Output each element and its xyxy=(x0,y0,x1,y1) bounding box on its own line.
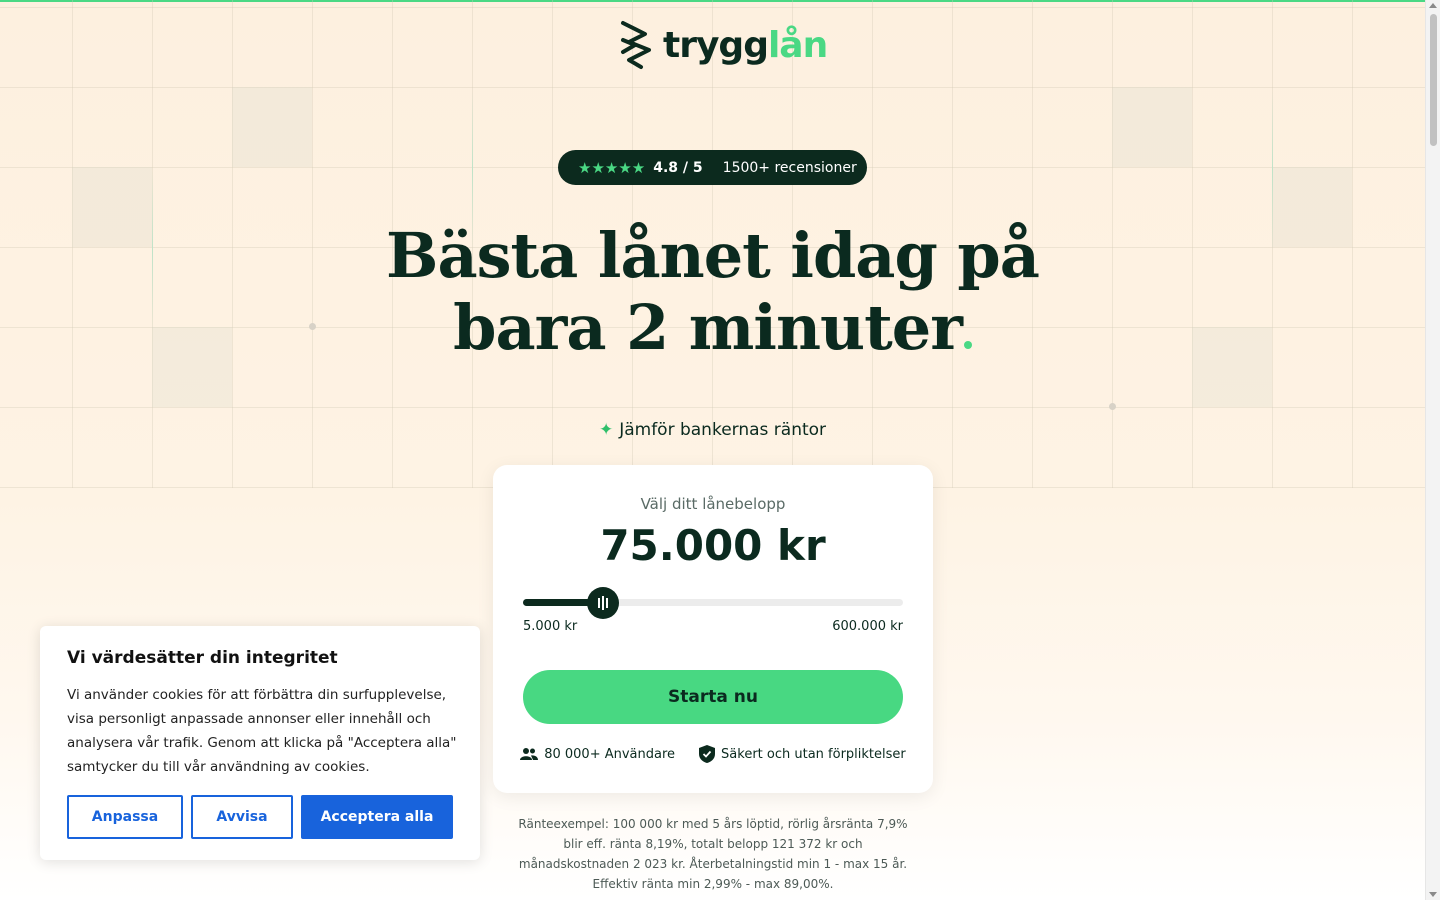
trust-badges: 80 000+ Användare Säkert och utan förpli… xyxy=(493,745,933,763)
reject-button[interactable]: Avvisa xyxy=(191,795,293,839)
amount-slider-handle[interactable] xyxy=(587,587,620,619)
slider-min-label: 5.000 kr xyxy=(523,619,578,634)
safe-badge: Säkert och utan förpliktelser xyxy=(699,745,906,763)
scroll-down-arrow-icon[interactable] xyxy=(1429,892,1437,897)
scroll-thumb[interactable] xyxy=(1430,14,1437,146)
page-scrollbar[interactable] xyxy=(1425,0,1440,900)
grid-dot xyxy=(1109,403,1116,410)
compare-text: Jämför bankernas räntor xyxy=(619,420,827,440)
users-icon xyxy=(520,748,539,760)
headline-line-2: bara 2 minuter xyxy=(453,291,963,364)
rating-score: 4.8 / 5 xyxy=(653,159,703,176)
cookie-consent-banner: Vi värdesätter din integritet Vi använde… xyxy=(40,626,480,860)
amount-slider-track[interactable] xyxy=(523,587,903,619)
grip-line xyxy=(606,598,609,608)
headline-dot xyxy=(963,341,972,349)
customize-button[interactable]: Anpassa xyxy=(67,795,183,839)
review-count: 1500+ recensioner xyxy=(722,159,857,176)
compare-tagline: ✦ Jämför bankernas räntor xyxy=(0,420,1425,440)
grip-line xyxy=(602,596,605,610)
grid-cell xyxy=(232,87,312,167)
shield-check-icon xyxy=(699,745,716,763)
scroll-up-arrow-icon[interactable] xyxy=(1429,3,1437,8)
grid-cell xyxy=(1112,87,1192,167)
safe-text: Säkert och utan förpliktelser xyxy=(721,746,906,762)
rating-badge: ★★★★★ 4.8 / 5 1500+ recensioner xyxy=(558,150,867,185)
amount-value: 75.000 kr xyxy=(600,521,826,570)
interest-example-disclaimer: Ränteexempel: 100 000 kr med 5 års löpti… xyxy=(518,817,908,891)
loan-calculator-card: Välj ditt lånebelopp 75.000 kr 5.000 kr … xyxy=(493,465,933,793)
users-badge: 80 000+ Användare xyxy=(520,745,675,763)
accept-all-button[interactable]: Acceptera alla xyxy=(301,795,453,839)
sparkle-icon: ✦ xyxy=(598,420,614,440)
headline-line-1: Bästa lånet idag på xyxy=(386,219,1040,292)
amount-label: Välj ditt lånebelopp xyxy=(640,495,786,513)
users-count-text: 80 000+ Användare xyxy=(544,746,676,762)
stars-icon: ★★★★★ xyxy=(578,158,646,177)
logo[interactable]: trygglån xyxy=(619,20,828,70)
slider-max-label: 600.000 kr xyxy=(832,619,903,634)
page-title: Bästa lånet idag på bara 2 minuter xyxy=(0,220,1425,364)
start-now-button[interactable]: Starta nu xyxy=(523,670,903,724)
cookie-text: Vi använder cookies för att förbättra di… xyxy=(67,687,457,775)
logo-wordmark: trygglån xyxy=(663,24,828,66)
logo-mark-icon xyxy=(621,21,651,69)
grip-line xyxy=(598,598,601,608)
cookie-title: Vi värdesätter din integritet xyxy=(67,648,338,668)
